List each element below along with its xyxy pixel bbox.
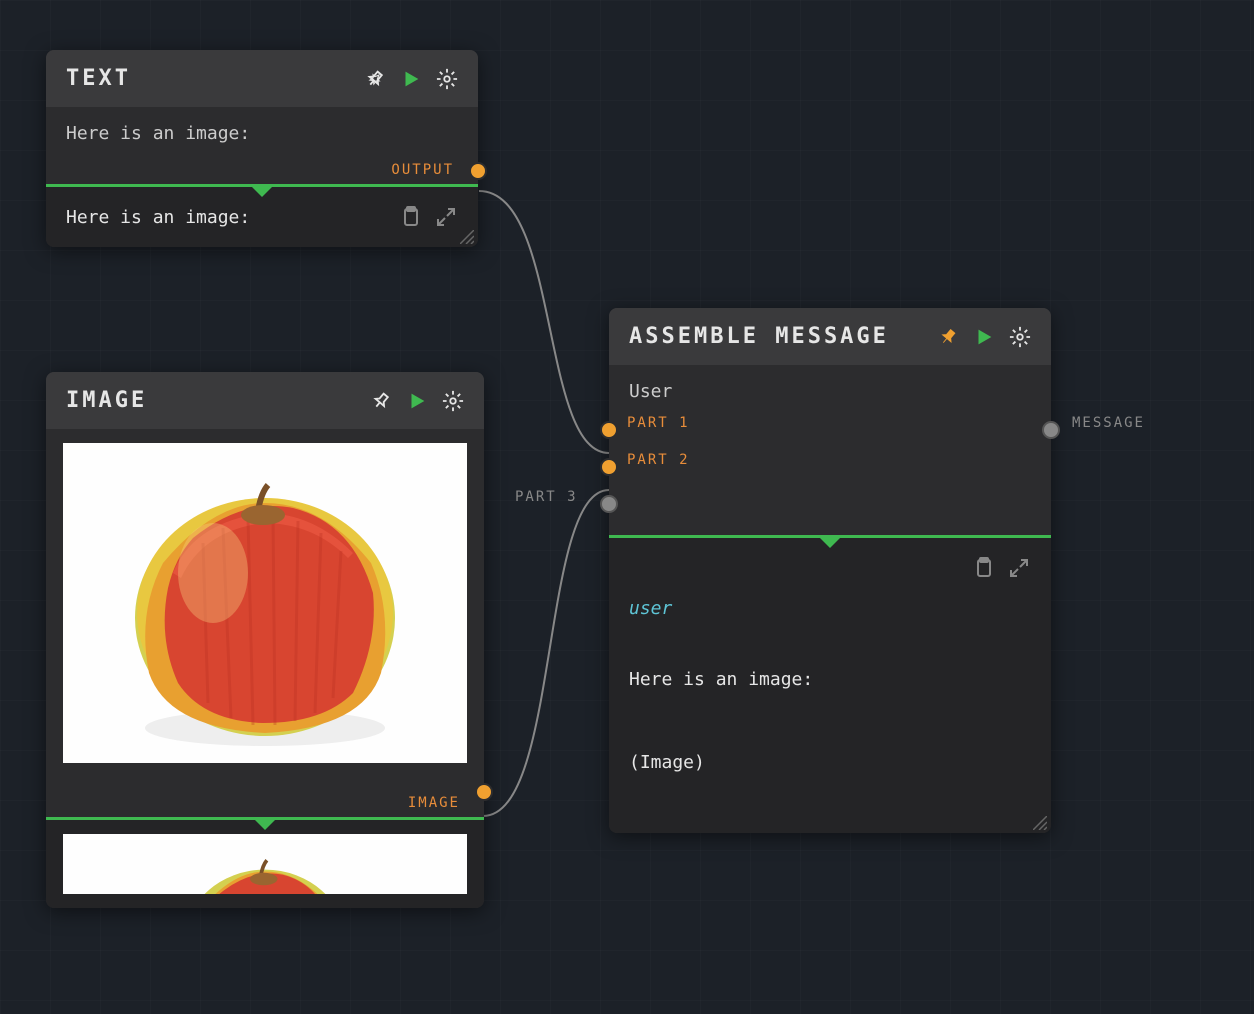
play-icon[interactable] xyxy=(973,326,995,348)
divider xyxy=(609,535,1051,538)
pin-icon[interactable] xyxy=(364,68,386,90)
output-port[interactable] xyxy=(469,162,487,180)
expand-icon[interactable] xyxy=(434,205,458,229)
text-node[interactable]: TEXT Here is an image: OUTPUT Here is an… xyxy=(46,50,478,247)
resize-handle[interactable] xyxy=(1033,815,1047,829)
resize-handle[interactable] xyxy=(460,229,474,243)
message-port[interactable] xyxy=(1042,421,1060,439)
text-content: Here is an image: xyxy=(66,123,250,144)
divider xyxy=(46,184,478,187)
part2-port[interactable] xyxy=(600,458,618,476)
expand-icon[interactable] xyxy=(1007,556,1031,580)
assemble-output-section: user Here is an image: (Image) xyxy=(609,538,1051,833)
text-node-header[interactable]: TEXT xyxy=(46,50,478,107)
image-output-port[interactable] xyxy=(475,783,493,801)
assemble-node-header[interactable]: ASSEMBLE MESSAGE xyxy=(609,308,1051,365)
pin-icon-filled[interactable] xyxy=(937,326,959,348)
output-user-label: user xyxy=(629,598,959,619)
pin-icon[interactable] xyxy=(370,390,392,412)
output-port-label: OUTPUT xyxy=(391,162,454,178)
image-node-body[interactable]: IMAGE xyxy=(46,429,484,817)
gear-icon[interactable] xyxy=(442,390,464,412)
play-icon[interactable] xyxy=(400,68,422,90)
node-title: IMAGE xyxy=(66,388,147,413)
image-port-label: IMAGE xyxy=(408,795,460,811)
part1-port[interactable] xyxy=(600,421,618,439)
gear-icon[interactable] xyxy=(1009,326,1031,348)
image-node-header[interactable]: IMAGE xyxy=(46,372,484,429)
node-title: ASSEMBLE MESSAGE xyxy=(629,324,889,349)
image-node[interactable]: IMAGE xyxy=(46,372,484,908)
part3-port[interactable] xyxy=(600,495,618,513)
assemble-node-body[interactable]: User PART 1 PART 2 PART 3 MESSAGE xyxy=(609,365,1051,535)
assemble-role: User xyxy=(629,381,672,402)
clipboard-icon[interactable] xyxy=(398,205,422,229)
node-title: TEXT xyxy=(66,66,131,91)
image-output-preview xyxy=(63,834,467,894)
image-preview xyxy=(63,443,467,763)
play-icon[interactable] xyxy=(406,390,428,412)
output-line1: Here is an image: xyxy=(629,669,959,690)
assemble-message-node[interactable]: ASSEMBLE MESSAGE User PART 1 PART 2 PART… xyxy=(609,308,1051,833)
part1-label: PART 1 xyxy=(627,415,690,431)
divider xyxy=(46,817,484,820)
part3-label: PART 3 xyxy=(515,489,578,505)
output-text: Here is an image: xyxy=(66,207,386,228)
message-label: MESSAGE xyxy=(1072,415,1145,431)
text-node-body[interactable]: Here is an image: OUTPUT xyxy=(46,107,478,184)
image-output-section xyxy=(46,820,484,908)
output-line2: (Image) xyxy=(629,752,959,773)
apple-image xyxy=(63,443,467,763)
gear-icon[interactable] xyxy=(436,68,458,90)
part2-label: PART 2 xyxy=(627,452,690,468)
clipboard-icon[interactable] xyxy=(971,556,995,580)
apple-image-crop xyxy=(63,834,467,894)
